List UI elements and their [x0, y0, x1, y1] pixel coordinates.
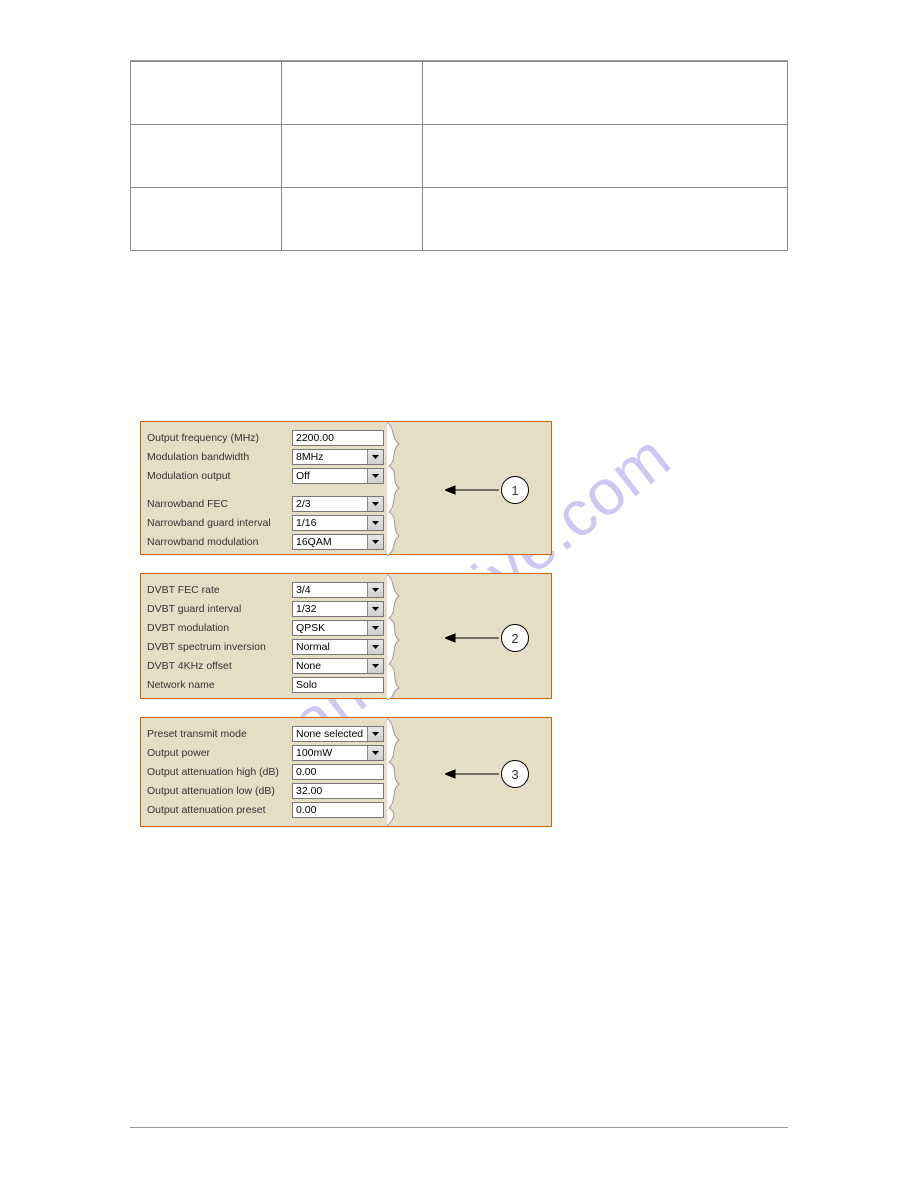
table-row [131, 62, 788, 125]
chevron-down-icon [367, 450, 383, 464]
dvbt-offset-select[interactable]: None [292, 658, 384, 674]
field-value: 3/4 [296, 584, 311, 596]
table-row [131, 188, 788, 251]
network-name-label: Network name [147, 679, 292, 691]
field-value: 0.00 [296, 766, 316, 778]
field-value: 100mW [296, 747, 332, 759]
field-value: 1/32 [296, 603, 316, 615]
panels-container: Output frequency (MHz) 2200.00 Modulatio… [140, 421, 552, 827]
dvbt-fec-select[interactable]: 3/4 [292, 582, 384, 598]
output-attenuation-low-label: Output attenuation low (dB) [147, 785, 292, 797]
chevron-down-icon [367, 583, 383, 597]
dvbt-spectrum-label: DVBT spectrum inversion [147, 641, 292, 653]
narrowband-guard-label: Narrowband guard interval [147, 517, 292, 529]
callout-number: 3 [501, 760, 529, 788]
chevron-down-icon [367, 621, 383, 635]
modulation-output-label: Modulation output [147, 470, 292, 482]
chevron-down-icon [367, 469, 383, 483]
output-attenuation-low-input[interactable]: 32.00 [292, 783, 384, 799]
narrowband-fec-label: Narrowband FEC [147, 498, 292, 510]
callout-number: 2 [501, 624, 529, 652]
dvbt-modulation-label: DVBT modulation [147, 622, 292, 634]
field-value: None selected [296, 728, 363, 740]
narrowband-fec-select[interactable]: 2/3 [292, 496, 384, 512]
panel-dvbt: DVBT FEC rate 3/4 DVBT guard interval 1/… [140, 573, 552, 699]
chevron-down-icon [367, 640, 383, 654]
field-value: 2/3 [296, 498, 311, 510]
field-value: 16QAM [296, 536, 332, 548]
dvbt-modulation-select[interactable]: QPSK [292, 620, 384, 636]
output-power-label: Output power [147, 747, 292, 759]
chevron-down-icon [367, 497, 383, 511]
arrow-icon [445, 768, 499, 780]
dvbt-guard-label: DVBT guard interval [147, 603, 292, 615]
field-value: 2200.00 [296, 432, 334, 444]
callout-number: 1 [501, 476, 529, 504]
table-row [131, 125, 788, 188]
upper-empty-table [130, 61, 788, 251]
callout-1: 1 [445, 476, 529, 504]
modulation-bandwidth-label: Modulation bandwidth [147, 451, 292, 463]
modulation-bandwidth-select[interactable]: 8MHz [292, 449, 384, 465]
output-attenuation-high-label: Output attenuation high (dB) [147, 766, 292, 778]
field-value: None [296, 660, 321, 672]
field-value: 0.00 [296, 804, 316, 816]
chevron-down-icon [367, 516, 383, 530]
chevron-down-icon [367, 602, 383, 616]
panel-frequency-modulation: Output frequency (MHz) 2200.00 Modulatio… [140, 421, 552, 555]
narrowband-modulation-select[interactable]: 16QAM [292, 534, 384, 550]
chevron-down-icon [367, 535, 383, 549]
output-attenuation-high-input[interactable]: 0.00 [292, 764, 384, 780]
output-frequency-label: Output frequency (MHz) [147, 432, 292, 444]
field-value: 32.00 [296, 785, 322, 797]
narrowband-guard-select[interactable]: 1/16 [292, 515, 384, 531]
chevron-down-icon [367, 727, 383, 741]
field-value: Off [296, 470, 310, 482]
field-value: 1/16 [296, 517, 316, 529]
callout-3: 3 [445, 760, 529, 788]
arrow-icon [445, 484, 499, 496]
divider-bottom [130, 1127, 788, 1128]
output-frequency-input[interactable]: 2200.00 [292, 430, 384, 446]
panel-output-power: Preset transmit mode None selected Outpu… [140, 717, 552, 827]
field-value: QPSK [296, 622, 325, 634]
output-attenuation-preset-input[interactable]: 0.00 [292, 802, 384, 818]
output-power-select[interactable]: 100mW [292, 745, 384, 761]
page: manualshive.com Output frequency (MHz) 2… [0, 0, 918, 1188]
field-value: 8MHz [296, 451, 323, 463]
output-attenuation-preset-label: Output attenuation preset [147, 804, 292, 816]
arrow-icon [445, 632, 499, 644]
dvbt-offset-label: DVBT 4KHz offset [147, 660, 292, 672]
callout-2: 2 [445, 624, 529, 652]
dvbt-spectrum-select[interactable]: Normal [292, 639, 384, 655]
field-value: Normal [296, 641, 330, 653]
narrowband-modulation-label: Narrowband modulation [147, 536, 292, 548]
chevron-down-icon [367, 659, 383, 673]
modulation-output-select[interactable]: Off [292, 468, 384, 484]
field-value: Solo [296, 679, 317, 691]
network-name-input[interactable]: Solo [292, 677, 384, 693]
preset-transmit-mode-select[interactable]: None selected [292, 726, 384, 742]
dvbt-guard-select[interactable]: 1/32 [292, 601, 384, 617]
dvbt-fec-label: DVBT FEC rate [147, 584, 292, 596]
chevron-down-icon [367, 746, 383, 760]
preset-transmit-mode-label: Preset transmit mode [147, 728, 292, 740]
